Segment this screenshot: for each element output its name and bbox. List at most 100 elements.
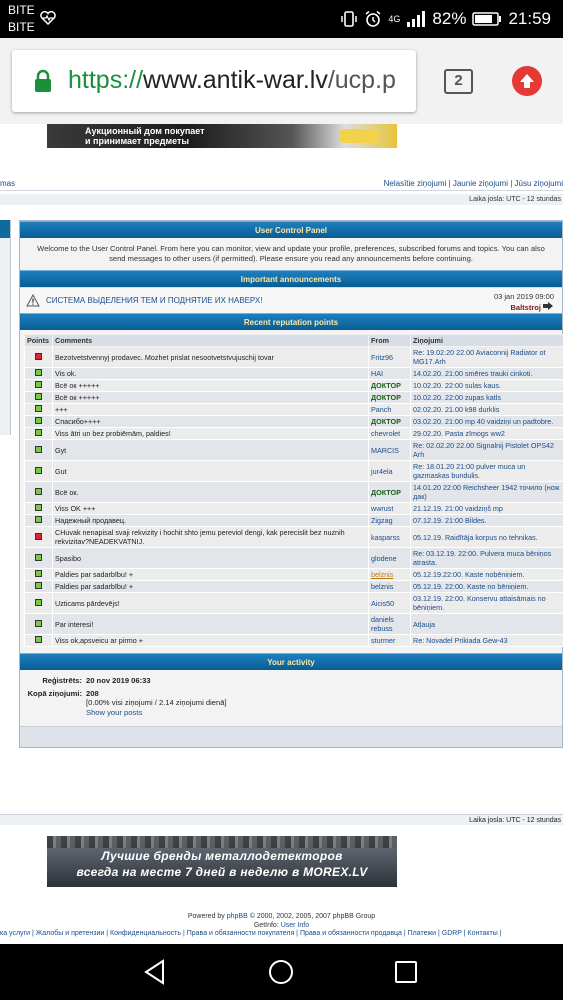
post-link[interactable]: Re: 03.12.19. 22:00. Pulvera muca bēniņo… [410,547,563,569]
post-link[interactable]: 10.02.20. 22:00 sulas kaus. [410,379,563,392]
from-user-link[interactable]: chevrolet [368,427,411,440]
post-link[interactable]: 05.12.19.22:00. Kaste nobēniņiem. [410,568,563,581]
post-link[interactable]: 21.12.19. 21:00 vaidziņš mp [410,502,563,515]
from-user-link[interactable]: ДОКТОР [368,481,411,503]
table-row: Spasibo glodene Re: 03.12.19. 22:00. Pulve… [24,547,563,569]
post-link[interactable]: Re: 02.02.20 22.00 Signalnij Pistolet OP… [410,439,563,461]
link-unread-posts[interactable]: Nelasītie ziņojumi [384,179,447,188]
col-points: Points [24,334,53,347]
from-user-link[interactable]: Fritz96 [368,346,411,368]
show-posts-link[interactable]: Show your posts [86,708,227,718]
points-cell [24,514,53,527]
banner-line-1: Аукционный дом покупает [85,126,205,136]
banner-text: Аукционный дом покупает и принимает пред… [85,126,205,146]
comment-cell: Всё ок. [52,481,369,503]
comment-cell: +++ [52,403,369,416]
from-user-link[interactable]: Aicis50 [368,592,411,614]
powered-suffix: © 2000, 2002, 2005, 2007 phpBB Group [247,913,376,920]
from-user-link[interactable]: daniels rebuss [368,613,411,635]
comment-cell: Uzticams pārdevējs! [52,592,369,614]
post-link[interactable]: 02.02.20. 21.00 k98 durklis [410,403,563,416]
reputation-table: Points Comments From Ziņojumi Bezotvetst… [24,334,563,647]
points-cell [24,403,53,416]
post-link[interactable]: Re: 18.01.20 21:00 pulver muca un gazmas… [410,460,563,482]
table-row: CHuvak nenapisal svaji rekvizity i hochi… [24,526,563,548]
from-user-link[interactable]: jur4ela [368,460,411,482]
post-link[interactable]: 07.12.19. 21:00 Bildes. [410,514,563,527]
link-new-posts[interactable]: Jaunie ziņojumi [453,179,508,188]
arrow-up-icon [520,74,534,88]
phpbb-link[interactable]: phpBB [227,913,248,920]
morex-banner[interactable]: Лучшие бренды металлодетекторов всегда н… [47,836,397,887]
post-link[interactable]: Re: 19.02.20 22.00 Aviaconnij Radiator o… [410,346,563,368]
announcement-title[interactable]: СИСТЕМА ВЫДЕЛЕНИЯ ТЕМ И ПОДНЯТИЕ ИХ НАВЕ… [46,296,262,305]
footer: Powered by phpBB © 2000, 2002, 2005, 200… [0,912,563,930]
comment-cell: Viss ok,apsveicu ar pirmo + [52,634,369,647]
comment-cell: Vis ok. [52,367,369,380]
post-link[interactable]: 10.02.20. 22:00 zupas katls [410,391,563,404]
table-row: Gyt MARCIS Re: 02.02.20 22.00 Signalnij Pi… [24,439,563,461]
post-link[interactable]: 03.12.19. 22:00. Konservu attaisāmais no… [410,592,563,614]
from-user-link[interactable]: belznis [368,580,411,593]
positive-point-icon [35,598,42,606]
footer-links[interactable]: ка услуги | Жалобы и претензии | Конфиде… [0,930,563,937]
sidebar-header [0,220,10,238]
from-user-link[interactable]: Panch [368,403,411,416]
post-link[interactable]: 14.01.20 22:00 Reichsheer 1942 точило (н… [410,481,563,503]
user-info-link[interactable]: User Info [281,922,309,929]
from-user-link[interactable]: ДОКТОР [368,379,411,392]
alarm-icon [365,10,381,27]
from-user-link[interactable]: wwrust [368,502,411,515]
back-icon[interactable] [143,959,167,985]
from-user-link[interactable]: HAI [368,367,411,380]
update-button[interactable] [512,66,542,96]
announcement-author[interactable]: Baltstroj [510,303,540,312]
col-from: From [368,334,411,347]
navigation-bar [0,944,563,1000]
recent-apps-icon[interactable] [395,961,417,983]
address-bar[interactable]: https://www.antik-war.lv/ucp.p [12,50,416,112]
post-link[interactable]: Atļauja [410,613,563,635]
ucp-panel: User Control Panel Welcome to the User C… [19,220,563,748]
timezone-bar: Laika josla: UTC - 12 stundas [0,194,563,205]
post-link[interactable]: 03.02.20. 21:00 mp 40 vaidziņi un padtob… [410,415,563,428]
positive-point-icon [35,466,42,474]
auction-banner[interactable]: Аукционный дом покупает и принимает пред… [47,124,397,148]
from-user-link[interactable]: kasparss [368,526,411,548]
registered-label: Reģistrēts: [42,676,82,685]
post-link[interactable]: Re: Novadel Prikiada Gew-43 [410,634,563,647]
announcement-icon [26,294,40,307]
points-cell [24,379,53,392]
home-icon[interactable] [269,960,293,984]
comment-cell: Надежный продавец. [52,514,369,527]
from-user-link[interactable]: sturmer [368,634,411,647]
from-user-link[interactable]: ДОКТОР [368,415,411,428]
car-image [339,129,379,143]
positive-point-icon [35,504,42,511]
panel-footer [20,726,562,747]
from-user-link[interactable]: glodene [368,547,411,569]
getinfo-prefix: GetInfo: [253,922,281,929]
go-to-post-icon[interactable] [543,302,554,310]
post-link[interactable]: 14.02.20. 21:00 smēres trauki cinkoti. [410,367,563,380]
announcement-date: 03 jan 2019 09:00 [493,292,554,301]
from-user-link[interactable]: ДОКТОР [368,391,411,404]
from-user-link[interactable]: Zigzag [368,514,411,527]
post-link[interactable]: 05.12.19. 22:00. Kaste no bēniņiem. [410,580,563,593]
from-user-link[interactable]: MARCIS [368,439,411,461]
post-link[interactable]: 05.12.19. Raidītāja korpus no tehnikas. [410,526,563,548]
table-row: Всё ок. ДОКТОР 14.01.20 22:00 Reichsheer 1… [24,481,563,503]
link-your-posts[interactable]: Jūsu ziņojumi [515,179,563,188]
positive-point-icon [35,381,42,388]
nav-left-link[interactable]: mas [0,179,15,188]
from-user-link[interactable]: belznis [368,568,411,581]
points-cell [24,526,53,548]
positive-point-icon [35,619,42,627]
tab-switcher-button[interactable]: 2 [444,69,473,94]
post-link[interactable]: 29.02.20. Pasta zīmogs ww2 [410,427,563,440]
banner-line-2: и принимает предметы [85,136,190,146]
comment-cell: Viss OK +++ [52,502,369,515]
table-row: Par interesi! daniels rebuss Atļauja [24,613,563,635]
browser-toolbar: https://www.antik-war.lv/ucp.p 2 [0,38,563,124]
positive-point-icon [35,487,42,495]
